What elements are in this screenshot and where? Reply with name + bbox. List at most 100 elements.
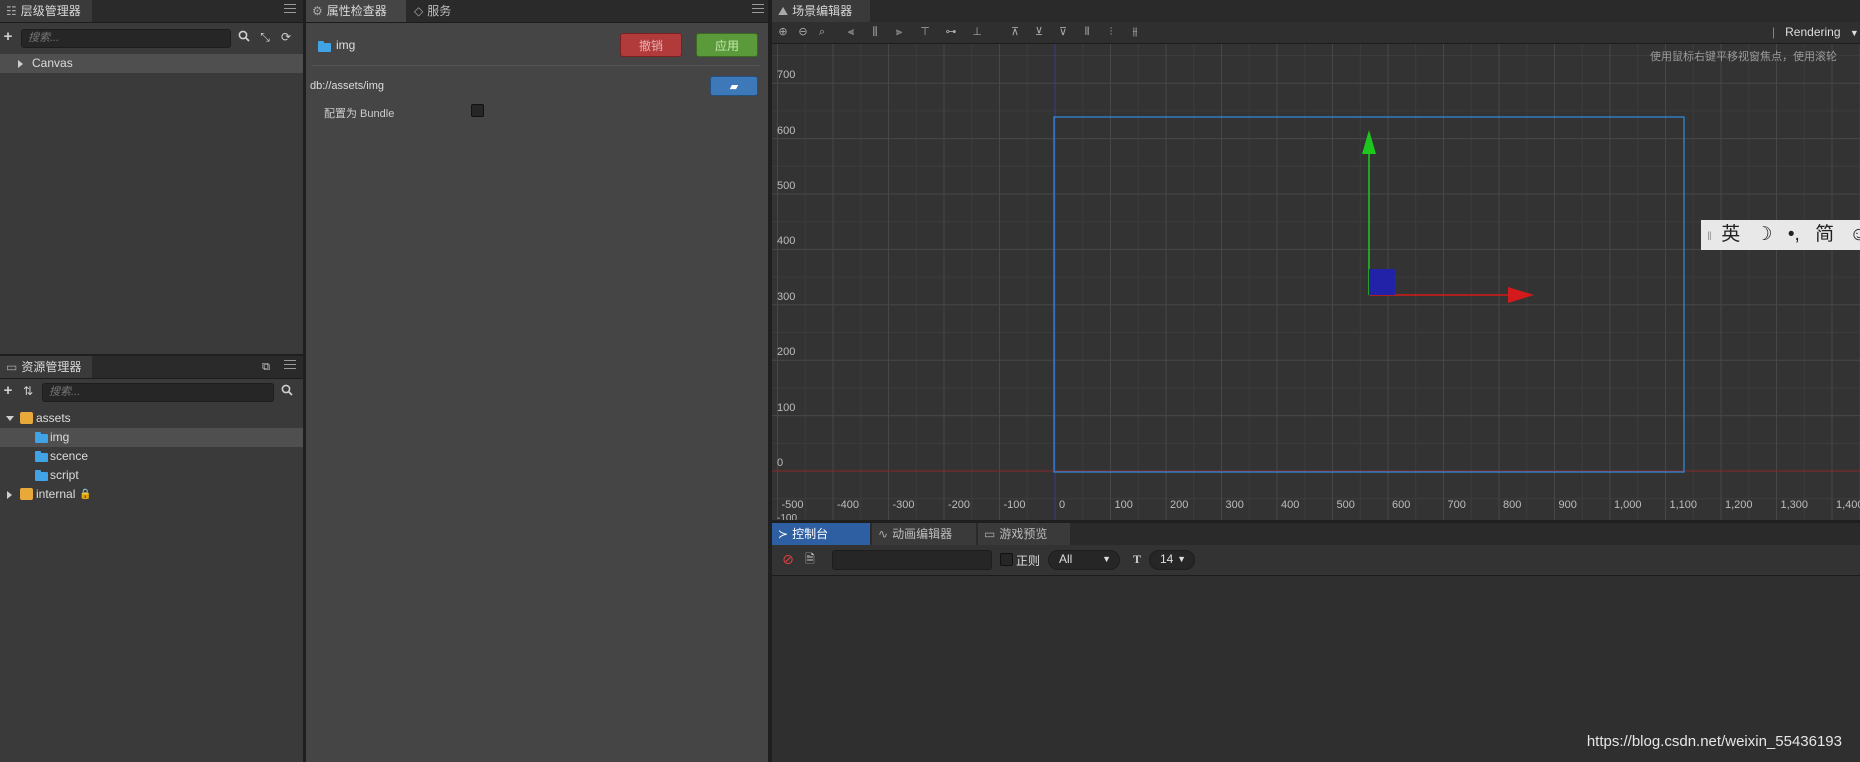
distribute-top-icon[interactable]: ⊼ [1008,25,1022,39]
tree-item-label: internal [36,487,76,501]
y-gizmo-arrowhead-icon[interactable] [1362,130,1376,154]
ime-simplified-toggle[interactable]: 简 [1815,224,1834,245]
asset-path: db://assets/img [310,80,384,92]
distribute-left-icon[interactable]: ⫴ [1080,25,1094,39]
x-tick-label: 1,000 [1614,499,1642,511]
header-divider [312,65,760,66]
zoom-out-icon[interactable]: ⊖ [796,25,810,39]
y-tick-label: -100 [777,513,798,520]
tree-item-internal[interactable]: internal 🔒 [0,485,303,504]
add-node-icon[interactable]: + [0,29,16,45]
scene-viewport[interactable]: 700 600 500 400 300 200 100 0 -100 -500 -400 -300 -… [772,44,1860,520]
hierarchy-search-input[interactable]: 搜索... [21,29,231,48]
services-icon: ◇ [414,4,424,18]
sort-icon[interactable]: ⇅ [20,383,36,399]
tab-scene[interactable]: ⛰ 场景编辑器 [772,0,870,22]
tree-item-img[interactable]: img [0,428,303,447]
add-asset-icon[interactable]: + [0,383,16,399]
x-tick-label: -500 [781,499,804,511]
align-right-icon[interactable]: ⫸ [892,25,906,39]
hierarchy-toolbar: + 搜索... ⤡ ⟳ [0,26,303,50]
assets-search-input[interactable]: 搜索... [42,383,274,402]
y-tick-label: 0 [777,457,784,469]
ime-english-toggle[interactable]: 英 [1721,224,1740,245]
collapse-icon[interactable]: ⤡ [257,29,273,45]
x-tick-label: -400 [837,499,860,511]
clear-console-icon[interactable]: ⊘ [780,551,796,567]
tab-hierarchy[interactable]: ☷ 层级管理器 [0,0,92,22]
tab-inspector[interactable]: ⚙ 属性检查器 [306,0,406,22]
tree-node-canvas[interactable]: Canvas [0,54,303,73]
xy-gizmo-handle[interactable] [1369,269,1395,295]
panel-menu-icon[interactable] [284,360,296,370]
open-folder-button[interactable]: ▰ [710,76,758,96]
ime-toolbar[interactable]: ‖ 英 ☽ •, 简 ☺ [1701,220,1860,250]
console-panel: ≻ 控制台 ∿ 动画编辑器 ▭ 游戏预览 ⊘ 🗎 正则 All ▼ T 14 ▼ [772,523,1860,762]
y-tick-label: 500 [777,180,796,192]
rendering-select[interactable]: |Rendering ▼ | [1772,24,1860,56]
align-left-icon[interactable]: ⫷ [844,25,858,39]
tree-item-assets[interactable]: assets [0,409,303,428]
chevron-down-icon: ▼ [1102,554,1111,564]
font-size-icon: T [1132,552,1141,566]
chevron-down-icon: ▼ [1849,28,1859,38]
expand-caret-icon[interactable] [7,491,12,499]
open-log-icon[interactable]: 🗎 [802,551,818,567]
tab-game-preview[interactable]: ▭ 游戏预览 [978,523,1070,545]
regex-checkbox[interactable] [1000,553,1013,566]
console-filter-input[interactable] [832,550,992,570]
ime-emoji-icon[interactable]: ☺ [1849,224,1860,245]
popout-icon[interactable]: ⧉ [258,359,274,375]
regex-label: 正则 [1016,554,1041,568]
folder-icon [35,432,48,443]
x-tick-label: 900 [1558,499,1577,511]
tab-assets[interactable]: ▭ 资源管理器 [0,356,92,378]
distribute-bottom-icon[interactable]: ⊽ [1056,25,1070,39]
distribute-hcenter-icon[interactable]: ⫶ [1104,25,1118,39]
align-vcenter-icon[interactable]: ⊶ [944,25,958,39]
tab-animation-editor[interactable]: ∿ 动画编辑器 [872,523,976,545]
tab-inspector-label: 属性检查器 [326,4,387,18]
cancel-button[interactable]: 撤销 [620,33,682,57]
tab-preview-label: 游戏预览 [999,527,1048,541]
align-bottom-icon[interactable]: ⊥ [970,25,984,39]
search-icon[interactable] [236,30,252,46]
watermark-text: https://blog.csdn.net/weixin_55436193 [1586,733,1842,750]
bundle-checkbox[interactable] [471,104,484,117]
scene-panel: ⛰ 场景编辑器 ⊕ ⊖ ⌕ ⫷ ⫼ ⫸ ⊤ ⊶ ⊥ ⊼ ⊻ ⊽ ⫴ ⫶ ⫵ | Re… [772,0,1860,520]
font-size-select[interactable]: 14 ▼ [1149,550,1195,570]
ime-punct-icon[interactable]: •, [1788,224,1800,245]
ime-moon-icon[interactable]: ☽ [1756,224,1773,245]
distribute-vcenter-icon[interactable]: ⊻ [1032,25,1046,39]
apply-button[interactable]: 应用 [696,33,758,57]
y-tick-label: 700 [777,69,796,82]
font-size-value: 14 [1160,552,1174,566]
tab-services-label: 服务 [427,4,452,18]
expand-caret-icon[interactable] [18,60,23,68]
tab-console[interactable]: ≻ 控制台 [772,523,870,545]
align-hcenter-icon[interactable]: ⫼ [868,25,882,39]
tree-item-script[interactable]: script [0,466,303,485]
align-top-icon[interactable]: ⊤ [918,25,932,39]
tree-item-scence[interactable]: scence [0,447,303,466]
x-gizmo-arrowhead-icon[interactable] [1508,287,1534,303]
scene-grid[interactable] [772,44,1860,520]
hierarchy-tabbar: ☷ 层级管理器 [0,0,303,23]
x-tick-label: 500 [1336,499,1355,511]
zoom-in-icon[interactable]: ⊕ [776,25,790,39]
panel-menu-icon[interactable] [752,4,764,14]
x-tick-label: 1,300 [1780,499,1809,511]
log-level-select[interactable]: All ▼ [1048,550,1120,570]
x-tick-label: 600 [1392,499,1411,511]
folder-open-icon: ▰ [729,81,739,93]
folder-icon [35,451,48,462]
distribute-right-icon[interactable]: ⫵ [1128,25,1142,39]
panel-menu-icon[interactable] [284,4,296,14]
refresh-icon[interactable]: ⟳ [278,29,294,45]
tab-services[interactable]: ◇ 服务 [408,0,468,22]
y-tick-label: 300 [777,290,796,303]
collapse-caret-icon[interactable] [6,416,14,421]
package-icon [20,412,33,424]
search-icon[interactable] [279,384,295,400]
zoom-reset-icon[interactable]: ⌕ [815,25,829,39]
